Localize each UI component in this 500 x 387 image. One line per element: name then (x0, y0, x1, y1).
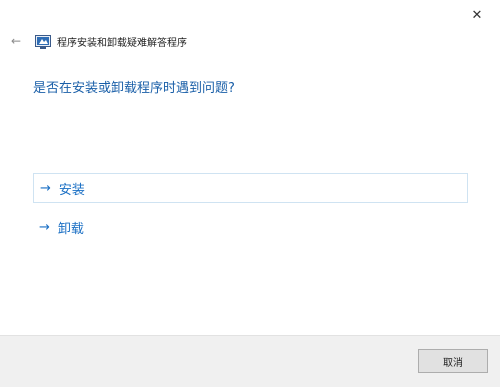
window-title: 程序安装和卸载疑难解答程序 (57, 37, 187, 49)
page-question: 是否在安装或卸载程序时遇到问题? (33, 81, 235, 96)
back-arrow-icon: ← (10, 34, 22, 48)
footer-bar: 取消 (0, 335, 500, 387)
cancel-button[interactable]: 取消 (418, 349, 488, 373)
troubleshooter-window: ✕ ← 程序安装和卸载疑难解答程序 是否在安装或卸载程序时遇到问题? → 安装 … (0, 0, 500, 387)
right-arrow-icon: → (39, 219, 50, 235)
close-button[interactable]: ✕ (454, 0, 500, 30)
option-uninstall-label: 卸载 (57, 221, 84, 237)
title-bar: ← 程序安装和卸载疑难解答程序 (8, 32, 187, 50)
option-uninstall[interactable]: → 卸载 (33, 212, 468, 242)
back-button[interactable]: ← (8, 33, 24, 49)
option-install[interactable]: → 安装 (33, 173, 468, 203)
close-icon: ✕ (471, 7, 483, 23)
option-install-label: 安装 (58, 182, 85, 198)
troubleshooter-app-icon (35, 34, 51, 49)
right-arrow-icon: → (40, 180, 51, 196)
